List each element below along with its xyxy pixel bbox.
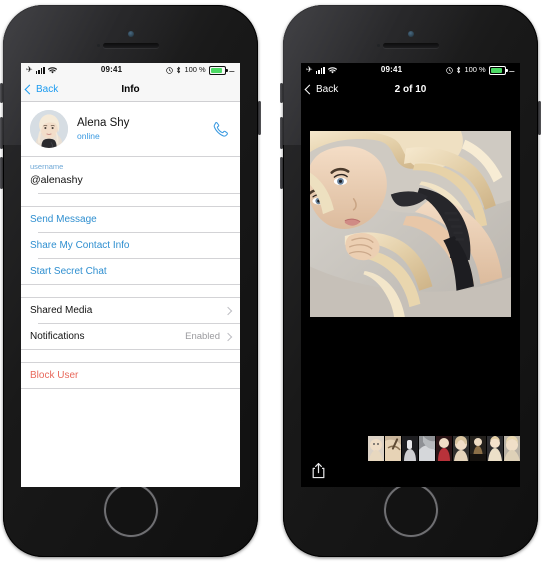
section-gap	[21, 194, 240, 206]
volume-down-button[interactable]	[280, 157, 283, 189]
thumbnail-item[interactable]	[368, 436, 384, 461]
row-send-message[interactable]: Send Message	[21, 207, 240, 232]
signal-bars-icon	[315, 66, 325, 74]
row-label: Block User	[30, 370, 79, 381]
power-button[interactable]	[538, 101, 541, 135]
earpiece-speaker	[382, 43, 439, 48]
navbar-left: Back Info	[21, 77, 240, 102]
profile-name-block: Alena Shy online	[77, 117, 211, 142]
status-left-group: ✈	[26, 66, 57, 74]
front-camera-icon	[407, 31, 414, 37]
status-right-group: 100 % ⚊	[166, 65, 235, 75]
bluetooth-icon	[457, 66, 461, 74]
thumbnail-item[interactable]	[419, 436, 435, 461]
status-left-group: ✈	[306, 66, 337, 74]
charging-plug-icon: ⚊	[508, 66, 515, 74]
thumbnail-item[interactable]	[504, 436, 520, 461]
volume-up-button[interactable]	[280, 117, 283, 149]
chevron-right-icon	[223, 306, 233, 315]
profile-status: online	[77, 130, 100, 141]
row-notifications[interactable]: Notifications Enabled	[21, 324, 240, 349]
row-shared-media[interactable]: Shared Media	[21, 298, 240, 323]
phone-device-left: ✈ 09:41 100 % ⚊ Back Info Alena Shy onli…	[0, 5, 261, 557]
silent-switch[interactable]	[280, 83, 283, 103]
info-content: Alena Shy online username @alenashy Send…	[21, 102, 240, 487]
username-field[interactable]: username @alenashy	[21, 157, 240, 193]
proximity-sensor-icon	[376, 44, 380, 47]
username-label: username	[30, 162, 64, 171]
battery-percent-label: 100 %	[464, 65, 486, 75]
row-label: Start Secret Chat	[30, 266, 107, 277]
home-button[interactable]	[385, 485, 436, 535]
screenshot-stage: ✈ 09:41 100 % ⚊ Back Info Alena Shy onli…	[0, 0, 545, 562]
status-bar-left: ✈ 09:41 100 % ⚊	[21, 63, 240, 77]
separator	[21, 388, 240, 389]
signal-bars-icon	[35, 66, 45, 74]
phone-call-icon[interactable]	[211, 120, 229, 138]
alarm-icon	[446, 66, 454, 74]
screen-left: ✈ 09:41 100 % ⚊ Back Info Alena Shy onli…	[21, 63, 240, 487]
battery-icon	[208, 65, 228, 75]
profile-name: Alena Shy	[77, 116, 130, 129]
thumbnail-item[interactable]	[453, 436, 469, 461]
chevron-right-icon	[223, 332, 233, 341]
chevron-left-icon	[24, 84, 35, 94]
wifi-icon	[327, 66, 337, 73]
row-block-user[interactable]: Block User	[21, 363, 240, 388]
back-button-label: Back	[316, 83, 339, 95]
bluetooth-icon	[177, 66, 181, 74]
row-start-secret-chat[interactable]: Start Secret Chat	[21, 259, 240, 284]
row-share-contact-info[interactable]: Share My Contact Info	[21, 233, 240, 258]
volume-down-button[interactable]	[0, 157, 3, 189]
chevron-left-icon	[304, 84, 315, 94]
row-label: Send Message	[30, 214, 97, 225]
row-label: Shared Media	[30, 305, 93, 316]
section-gap	[21, 350, 240, 362]
earpiece-speaker	[102, 43, 159, 48]
status-time: 09:41	[100, 65, 123, 74]
thumbnail-item[interactable]	[436, 436, 452, 461]
row-label: Share My Contact Info	[30, 240, 130, 251]
share-icon[interactable]	[311, 462, 326, 479]
alarm-icon	[166, 66, 174, 74]
status-bar-right: ✈ 09:41 100 % ⚊	[301, 63, 520, 77]
thumbnail-item[interactable]	[385, 436, 401, 461]
back-button-label: Back	[36, 83, 59, 95]
thumbnail-item[interactable]	[487, 436, 503, 461]
photo-viewer	[301, 101, 520, 487]
status-time: 09:41	[380, 65, 403, 74]
section-gap	[21, 285, 240, 297]
power-button[interactable]	[258, 101, 261, 135]
avatar[interactable]	[30, 110, 68, 148]
thumbnail-item[interactable]	[470, 436, 486, 461]
airplane-icon: ✈	[306, 65, 313, 74]
battery-percent-label: 100 %	[184, 65, 206, 75]
phone-device-right: ✈ 09:41 100 % ⚊ Back 2 of 10	[280, 5, 541, 557]
navbar-right: Back 2 of 10	[301, 77, 520, 101]
front-camera-icon	[127, 31, 134, 37]
status-right-group: 100 % ⚊	[446, 65, 515, 75]
back-button-right[interactable]: Back	[304, 83, 339, 95]
airplane-icon: ✈	[26, 65, 33, 74]
charging-plug-icon: ⚊	[228, 66, 235, 74]
thumbnail-strip[interactable]	[368, 436, 520, 461]
silent-switch[interactable]	[0, 83, 3, 103]
home-button[interactable]	[105, 485, 156, 535]
wifi-icon	[47, 66, 57, 73]
row-value: Enabled	[185, 331, 220, 342]
main-photo[interactable]	[310, 131, 511, 317]
proximity-sensor-icon	[96, 44, 100, 47]
back-button-left[interactable]: Back	[24, 83, 59, 95]
thumbnail-item[interactable]	[402, 436, 418, 461]
battery-icon	[488, 65, 508, 75]
screen-right: ✈ 09:41 100 % ⚊ Back 2 of 10	[301, 63, 520, 487]
username-value: @alenashy	[30, 174, 83, 186]
profile-row[interactable]: Alena Shy online	[21, 102, 240, 156]
volume-up-button[interactable]	[0, 117, 3, 149]
row-label: Notifications	[30, 331, 85, 342]
